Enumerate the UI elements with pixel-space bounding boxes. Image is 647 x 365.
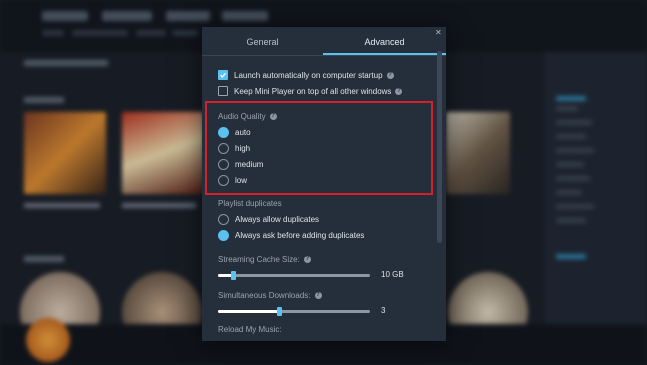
background-sidebar-item (556, 254, 586, 259)
background-player-art (26, 318, 70, 362)
background-caption (24, 203, 100, 208)
duplicates-option-ask[interactable]: Always ask before adding duplicates (218, 230, 364, 241)
streaming-cache-slider[interactable] (218, 271, 370, 280)
background-tab (166, 11, 210, 21)
background-sidebar-item (556, 190, 582, 195)
background-subtab (42, 30, 64, 36)
mini-player-on-top-label: Keep Mini Player on top of all other win… (234, 86, 392, 96)
background-album-art (446, 112, 510, 194)
streaming-cache-value: 10 GB (381, 270, 404, 279)
background-sidebar-item (556, 204, 594, 209)
background-sidebar-item (556, 176, 590, 181)
simultaneous-downloads-value: 3 (381, 306, 386, 315)
simultaneous-downloads-label: Simultaneous Downloads: (218, 291, 311, 300)
background-heading (24, 256, 64, 262)
background-album-art (24, 112, 106, 194)
help-icon[interactable]: ? (395, 87, 403, 95)
background-sidebar-item (556, 120, 592, 125)
duplicates-option-allow[interactable]: Always allow duplicates (218, 214, 319, 225)
background-caption (122, 203, 196, 208)
tab-advanced[interactable]: Advanced (323, 27, 446, 54)
help-icon[interactable]: ? (314, 292, 322, 299)
slider-thumb[interactable] (231, 271, 236, 280)
mini-player-on-top-option[interactable]: Keep Mini Player on top of all other win… (218, 86, 403, 96)
background-heading (24, 60, 108, 66)
launch-on-startup-checkbox[interactable] (218, 70, 228, 80)
reload-music-label: Reload My Music: (218, 325, 282, 334)
streaming-cache-heading: Streaming Cache Size: ? (218, 255, 311, 264)
help-icon[interactable]: ? (386, 71, 394, 79)
dialog-scrollbar[interactable] (437, 51, 442, 243)
background-tab (42, 11, 88, 21)
close-icon[interactable]: ✕ (435, 28, 442, 37)
background-subtab (172, 30, 198, 36)
background-subtab (72, 30, 128, 36)
background-sidebar-item (556, 218, 586, 223)
tabs-divider (202, 55, 446, 56)
settings-tabs: General Advanced ✕ (202, 27, 446, 55)
background-tab (222, 11, 268, 21)
checkmark-icon (220, 72, 227, 78)
simultaneous-downloads-heading: Simultaneous Downloads: ? (218, 291, 322, 300)
radio-button[interactable] (218, 214, 229, 225)
background-sidebar-item (556, 106, 578, 111)
playlist-duplicates-heading: Playlist duplicates (218, 199, 282, 208)
tab-general[interactable]: General (202, 27, 323, 54)
help-icon[interactable]: ? (303, 256, 311, 263)
launch-on-startup-option[interactable]: Launch automatically on computer startup… (218, 70, 394, 80)
playlist-duplicates-label: Playlist duplicates (218, 199, 282, 208)
radio-label: Always allow duplicates (235, 215, 320, 224)
background-sidebar-item (556, 148, 594, 153)
background-subtab (136, 30, 166, 36)
streaming-cache-label: Streaming Cache Size: (218, 255, 300, 264)
radio-button[interactable] (218, 230, 229, 241)
reload-music-heading: Reload My Music: (218, 325, 282, 334)
audio-quality-highlight (205, 101, 433, 195)
radio-label: Always ask before adding duplicates (235, 231, 365, 240)
simultaneous-downloads-slider[interactable] (218, 307, 370, 316)
slider-thumb[interactable] (277, 307, 282, 316)
mini-player-on-top-checkbox[interactable] (218, 86, 228, 96)
background-tab (102, 11, 152, 21)
background-sidebar-item (556, 96, 586, 101)
background-sidebar-item (556, 162, 584, 167)
background-sidebar-item (556, 134, 586, 139)
launch-on-startup-label: Launch automatically on computer startup (234, 70, 383, 80)
slider-fill (218, 310, 279, 313)
background-album-art (122, 112, 204, 194)
background-heading (24, 97, 64, 103)
